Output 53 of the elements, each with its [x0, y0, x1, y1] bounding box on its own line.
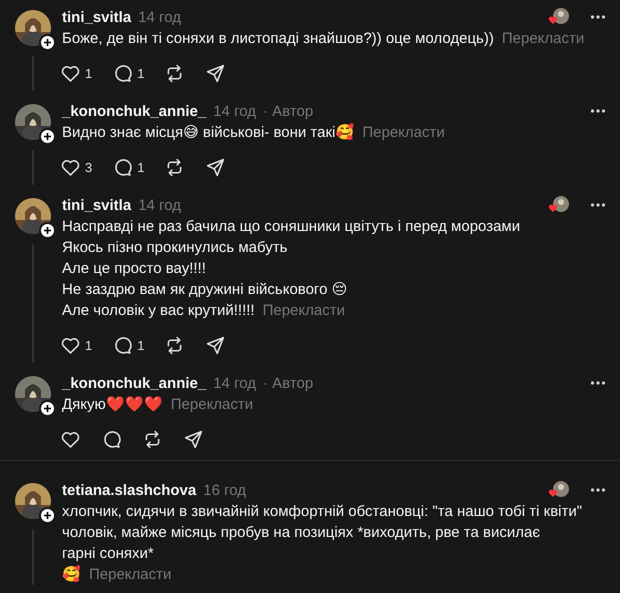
username[interactable]: tini_svitla	[62, 196, 132, 214]
comment-text: Не заздрю вам як дружині військового 😔	[62, 280, 348, 300]
follow-icon[interactable]	[39, 222, 56, 239]
translate-link[interactable]: Перекласти	[89, 564, 172, 585]
send-icon	[205, 334, 226, 356]
author-label: · Автор	[262, 374, 314, 392]
comment-text: Дякую❤❤❤	[62, 395, 163, 415]
comment-text: Насправді не раз бачила що соняшники цвітуть і перед морозами	[62, 217, 522, 237]
comment-text: Але це просто вау!!!!	[62, 259, 207, 279]
more-icon[interactable]	[590, 380, 606, 386]
follow-icon[interactable]	[39, 507, 56, 524]
like-button[interactable]: 3	[60, 155, 92, 179]
reply-button[interactable]: 1	[112, 333, 144, 357]
comment-icon	[112, 62, 134, 84]
follow-icon[interactable]	[39, 400, 56, 417]
more-icon[interactable]	[590, 202, 606, 208]
comment-text: хлопчик, сидячи в звичайній комфортній обстановці: "та нашо тобі ті квіти"	[62, 502, 584, 522]
comment-text: Якось пізно прокинулись мабуть	[62, 238, 288, 258]
comment-text: гарні соняхи*	[62, 544, 155, 564]
send-icon	[183, 428, 204, 450]
translate-link[interactable]: Перекласти	[262, 300, 345, 321]
comment-text: чоловік, майже місяць пробув на позиціях *виходить, рве та висилає	[62, 523, 541, 543]
comment-text: Але чоловік у вас крутий!!!!!	[62, 301, 255, 321]
follow-icon[interactable]	[39, 128, 56, 145]
reply-button[interactable]: 1	[112, 61, 144, 85]
comment-icon	[112, 156, 134, 178]
translate-link[interactable]: Перекласти	[502, 28, 584, 49]
comment-text: Видно знає місця😅 військові- вони такі🥰	[62, 122, 354, 143]
more-icon[interactable]	[590, 108, 606, 114]
comment-icon	[101, 428, 122, 450]
username[interactable]: _kononchuk_annie_	[62, 374, 206, 392]
comment-text: Боже, де він ті соняхи в листопаді знайшов?)) оце молодець))	[62, 29, 494, 49]
timestamp: 14 год	[138, 196, 181, 214]
timestamp: 14 год	[213, 374, 256, 392]
follow-icon[interactable]	[39, 34, 56, 51]
send-icon	[205, 156, 226, 178]
timestamp: 16 год	[203, 482, 246, 498]
username[interactable]: tini_svitla	[62, 8, 132, 26]
timestamp: 14 год	[213, 102, 256, 120]
reply-button[interactable]: 1	[112, 155, 144, 179]
username[interactable]: tetiana.slashchova	[62, 482, 196, 498]
translate-link[interactable]: Перекласти	[362, 122, 445, 143]
comment-icon	[112, 334, 134, 356]
author-label: · Автор	[262, 102, 314, 120]
send-icon	[205, 62, 226, 84]
like-button[interactable]: 1	[60, 333, 92, 357]
more-icon[interactable]	[590, 487, 606, 493]
like-button[interactable]: 1	[60, 61, 92, 85]
timestamp: 14 год	[138, 8, 181, 26]
more-icon[interactable]	[590, 14, 606, 20]
comment-text: 🥰	[62, 564, 81, 585]
username[interactable]: _kononchuk_annie_	[62, 102, 206, 120]
translate-link[interactable]: Перекласти	[170, 394, 254, 415]
